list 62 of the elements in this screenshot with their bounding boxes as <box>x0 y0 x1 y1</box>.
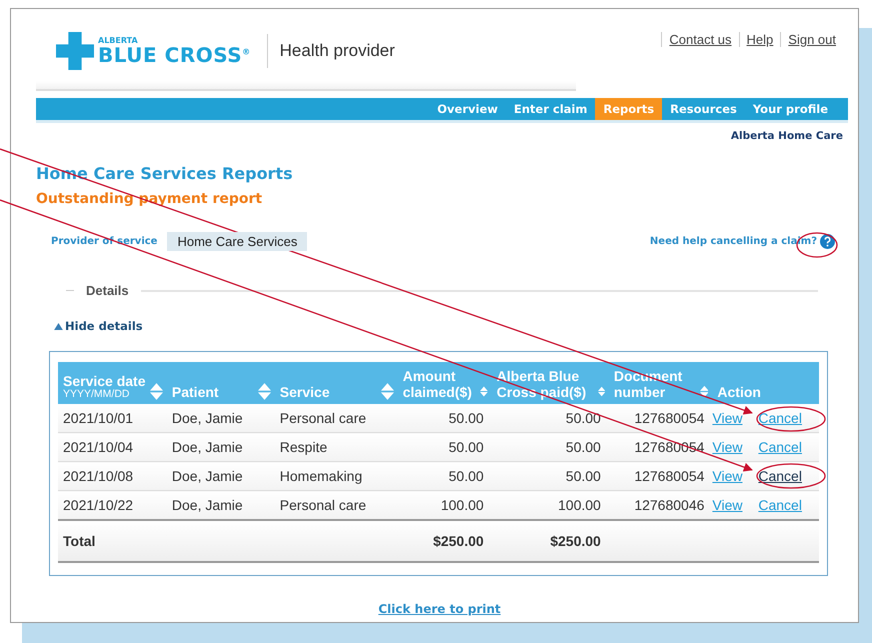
nav-tab[interactable]: Reports <box>595 98 662 120</box>
cancel-link[interactable]: Cancel <box>758 410 802 426</box>
table-cell: 100.00 <box>492 490 609 520</box>
table-cell: 50.00 <box>492 462 609 490</box>
column-header[interactable]: Alberta Blue Cross paid($) <box>492 362 609 404</box>
view-link[interactable]: View <box>712 468 742 484</box>
view-link[interactable]: View <box>712 439 742 455</box>
section-legend: Details <box>86 283 129 298</box>
cross-logo-icon <box>56 32 94 70</box>
table-cell: 2021/10/04 <box>58 432 167 462</box>
nav-tab[interactable]: Enter claim <box>506 98 596 120</box>
header-link[interactable]: Contact us <box>661 32 739 47</box>
view-link[interactable]: View <box>712 497 742 513</box>
table-cell: Homemaking <box>274 462 398 490</box>
table-cell: Personal care <box>274 490 398 520</box>
total-label: Total <box>58 520 167 562</box>
cancel-link[interactable]: Cancel <box>758 468 802 484</box>
table-cell: Doe, Jamie <box>166 490 275 520</box>
table-cell: 2021/10/08 <box>58 462 167 490</box>
nav-tab[interactable]: Your profile <box>744 98 836 120</box>
table-cell: 100.00 <box>398 490 492 520</box>
annotation-circle <box>756 463 826 489</box>
column-header[interactable]: Service date YYYY/MM/DD <box>58 362 167 404</box>
table-cell: 50.00 <box>398 404 492 432</box>
nav-tab[interactable]: Resources <box>662 98 745 120</box>
table-cell: 50.00 <box>398 432 492 462</box>
table-cell: Doe, Jamie <box>166 462 275 490</box>
table-cell: 50.00 <box>492 404 609 432</box>
header-link[interactable]: Sign out <box>780 32 843 47</box>
annotation-circle <box>756 406 826 432</box>
table-cell: 127680054 <box>608 404 712 432</box>
column-header[interactable]: Patient <box>166 362 275 404</box>
column-header: Action <box>712 362 819 404</box>
cancel-link[interactable]: Cancel <box>758 497 802 513</box>
cancel-link[interactable]: Cancel <box>758 439 802 455</box>
logo-text: ALBERTA <box>98 37 139 45</box>
header-link[interactable]: Help <box>738 32 780 47</box>
view-link[interactable]: View <box>712 410 742 426</box>
table-cell: Doe, Jamie <box>166 432 275 462</box>
table-cell: 50.00 <box>398 462 492 490</box>
nav-tab[interactable]: Overview <box>429 98 506 120</box>
table-cell: 127680054 <box>608 462 712 490</box>
column-header[interactable]: Service <box>274 362 398 404</box>
table-cell: 2021/10/01 <box>58 404 167 432</box>
help-icon[interactable] <box>820 234 835 249</box>
table-cell: 50.00 <box>492 432 609 462</box>
report-title: Outstanding payment report <box>36 191 264 207</box>
table-cell: 127680046 <box>608 490 712 520</box>
table-cell: 2021/10/22 <box>58 490 167 520</box>
triangle-icon <box>54 322 63 330</box>
portal-title: Health provider <box>280 41 395 61</box>
provider-value: Home Care Services <box>167 232 308 251</box>
total-amount: $250.00 <box>398 520 492 562</box>
organization-name: Alberta Home Care <box>730 130 843 142</box>
hide-details-link[interactable]: Hide details <box>54 319 143 333</box>
table-cell: Respite <box>274 432 398 462</box>
table-cell: Doe, Jamie <box>166 404 275 432</box>
column-header[interactable]: Amount claimed($) <box>398 362 492 404</box>
total-paid: $250.00 <box>492 520 609 562</box>
table-cell: Personal care <box>274 404 398 432</box>
logo-wordmark: BLUE CROSS$^{®}$ <box>98 45 251 65</box>
print-link[interactable]: Click here to print <box>378 602 501 616</box>
